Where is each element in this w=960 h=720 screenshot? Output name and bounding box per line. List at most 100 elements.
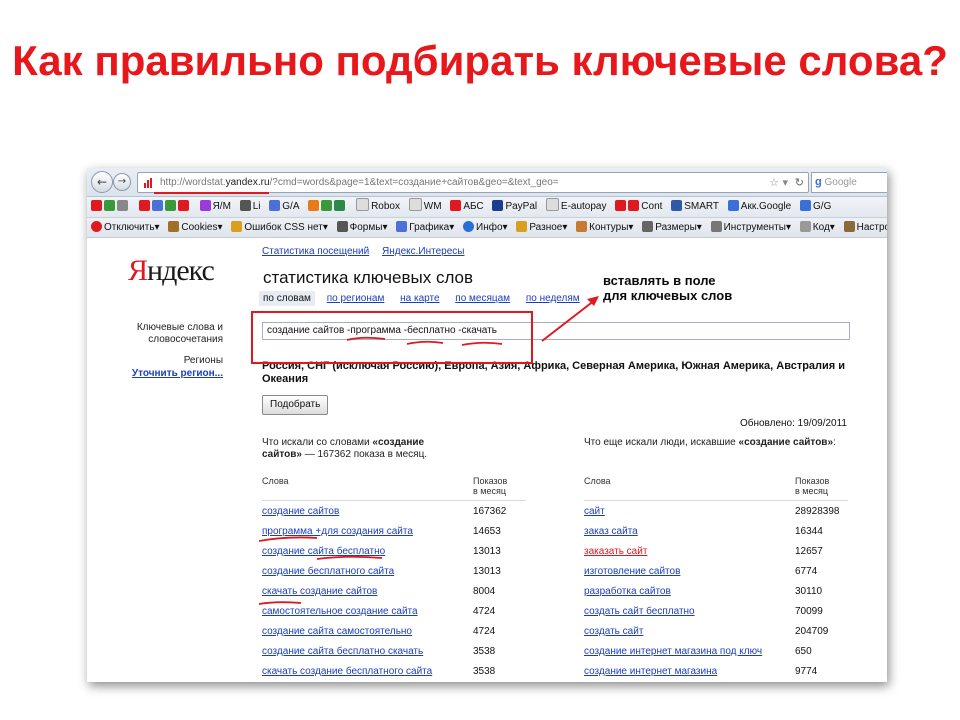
table-row: самостоятельное создание сайта 4724 (262, 602, 526, 622)
bookmark-star-icon[interactable]: ☆ ▾ (769, 173, 788, 192)
bookmark-icons-group-3[interactable] (308, 197, 347, 217)
tool-disable[interactable]: Отключить▾ (91, 218, 160, 237)
reload-icon[interactable]: ↻ (795, 173, 804, 192)
updated-date: Обновлено: 19/09/2011 (739, 418, 847, 429)
impressions-count: 204709 (795, 626, 829, 637)
paypal-icon (492, 200, 504, 211)
keyword-link[interactable]: создание сайтов (262, 502, 339, 522)
keyword-link[interactable]: создание сайта самостоятельно (262, 622, 412, 642)
right-col-words: Слова (584, 476, 611, 486)
tool-misc[interactable]: Разное▾ (516, 218, 567, 237)
keyword-link[interactable]: заказать сайт (584, 542, 647, 562)
wordstat-page: Яндекс Статистика посещений Яндекс.Интер… (87, 238, 887, 682)
tab-by-weeks[interactable]: по неделям (522, 291, 584, 306)
back-icon[interactable]: ← (91, 171, 113, 193)
table-row: заказ сайта 16344 (584, 522, 848, 542)
wordstat-favicon-icon (144, 178, 152, 188)
impressions-count: 16344 (795, 526, 823, 537)
bookmark-google-acc[interactable]: Акк.Google (727, 197, 791, 217)
regions-label: Регионы (183, 355, 223, 366)
browser-navbar: ← → http://wordstat.yandex.ru/?cmd=words… (87, 168, 887, 197)
tool-resize[interactable]: Размеры▾ (642, 218, 702, 237)
keyword-link[interactable]: создание сайта бесплатно (262, 542, 385, 562)
bookmark-icons-group-2[interactable] (138, 197, 191, 217)
tab-on-map[interactable]: на карте (396, 291, 443, 306)
bookmark-ga[interactable]: G/A (269, 197, 300, 217)
refine-region-link[interactable]: Уточнить регион... (107, 368, 223, 379)
link-visit-stats[interactable]: Статистика посещений (262, 246, 369, 257)
table-row: создание интернет магазина под ключ 650 (584, 642, 848, 662)
left-divider (262, 500, 526, 501)
bookmark-li[interactable]: Li (239, 197, 260, 217)
smart-icon (671, 200, 683, 211)
tool-cookies[interactable]: Cookies▾ (168, 218, 223, 237)
impressions-count: 167362 (473, 506, 507, 517)
keyword-link[interactable]: создать сайт (584, 622, 643, 642)
tool-outline[interactable]: Контуры▾ (576, 218, 633, 237)
bookmark-abs[interactable]: АБС (450, 197, 484, 217)
bookmarks-bar: Я/М Li G/A Robox WM АБС PayPal E-autopay… (87, 197, 887, 218)
tab-by-regions[interactable]: по регионам (323, 291, 389, 306)
keyword-link[interactable]: создание интернет магазина (584, 662, 717, 682)
tool-images[interactable]: Графика▾ (396, 218, 454, 237)
table-row: создание сайта бесплатно 13013 (262, 542, 526, 562)
bookmark-ym[interactable]: Я/М (199, 197, 231, 217)
keyword-link[interactable]: заказ сайта (584, 522, 638, 542)
tools-icon (710, 221, 722, 232)
impressions-count: 13013 (473, 566, 501, 577)
bookmark-icons-group[interactable] (91, 197, 130, 217)
impressions-count: 4724 (473, 626, 496, 637)
page-icon (545, 198, 559, 211)
table-row: создание сайта самостоятельно 4724 (262, 622, 526, 642)
bookmark-paypal[interactable]: PayPal (492, 197, 537, 217)
right-heading: Что еще искали люди, искавшие «создание … (584, 437, 836, 448)
bookmark-cont[interactable]: Cont (615, 197, 662, 217)
page-title: статистика ключевых слов (263, 268, 474, 287)
right-col-count: Показов в месяц (795, 476, 830, 496)
impressions-count: 14653 (473, 526, 501, 537)
bookmark-wm[interactable]: WM (408, 197, 442, 217)
tool-tools[interactable]: Инструменты▾ (710, 218, 791, 237)
keyword-link[interactable]: программа +для создания сайта (262, 522, 413, 542)
keyword-link[interactable]: самостоятельное создание сайта (262, 602, 418, 622)
bookmark-smart[interactable]: SMART (671, 197, 719, 217)
impressions-count: 9774 (795, 666, 818, 677)
search-engine-name: Google (824, 177, 857, 188)
left-col-count: Показов в месяц (473, 476, 508, 496)
tab-by-months[interactable]: по месяцам (451, 291, 514, 306)
bookmark-gg[interactable]: G/G (800, 197, 831, 217)
page-icon (408, 198, 422, 211)
tool-css[interactable]: Ошибок CSS нет▾ (231, 218, 328, 237)
table-row: изготовление сайтов 6774 (584, 562, 848, 582)
link-yandex-interests[interactable]: Яндекс.Интересы (382, 246, 464, 257)
yandex-logo[interactable]: Яндекс (128, 254, 215, 288)
keyword-link[interactable]: сайт (584, 502, 605, 522)
bookmark-eautopay[interactable]: E-autopay (545, 197, 607, 217)
table-row: создать сайт 204709 (584, 622, 848, 642)
tool-info[interactable]: Инфо▾ (463, 218, 508, 237)
tab-by-words[interactable]: по словам (259, 291, 315, 306)
keyword-link[interactable]: создать сайт бесплатно (584, 602, 695, 622)
submit-button[interactable]: Подобрать (262, 395, 329, 415)
keywords-input[interactable]: создание сайтов -программа -бесплатно -с… (262, 322, 850, 340)
keyword-link[interactable]: скачать создание сайтов (262, 582, 377, 602)
keyword-link[interactable]: скачать создание бесплатного сайта (262, 662, 432, 682)
forward-icon[interactable]: → (113, 173, 131, 191)
annotation-line-1: вставлять в поле (603, 273, 716, 288)
search-engine-box[interactable]: g Google (811, 172, 887, 193)
bookmark-robox[interactable]: Robox (356, 197, 400, 217)
resize-icon (642, 221, 654, 232)
tool-options[interactable]: Настройки▾ (843, 218, 887, 237)
tool-forms[interactable]: Формы▾ (336, 218, 387, 237)
keyword-link[interactable]: создание интернет магазина под ключ (584, 642, 762, 662)
table-row: программа +для создания сайта 14653 (262, 522, 526, 542)
gg-icon (800, 200, 812, 211)
tool-source[interactable]: Код▾ (799, 218, 835, 237)
keyword-link[interactable]: изготовление сайтов (584, 562, 680, 582)
keywords-label: Ключевые слова и словосочетания (136, 322, 223, 345)
keyword-link[interactable]: разработка сайтов (584, 582, 671, 602)
keyword-link[interactable]: создание бесплатного сайта (262, 562, 394, 582)
page-icon (356, 198, 370, 211)
address-bar[interactable]: http://wordstat.yandex.ru/?cmd=words&pag… (137, 172, 809, 193)
keyword-link[interactable]: создание сайта бесплатно скачать (262, 642, 423, 662)
